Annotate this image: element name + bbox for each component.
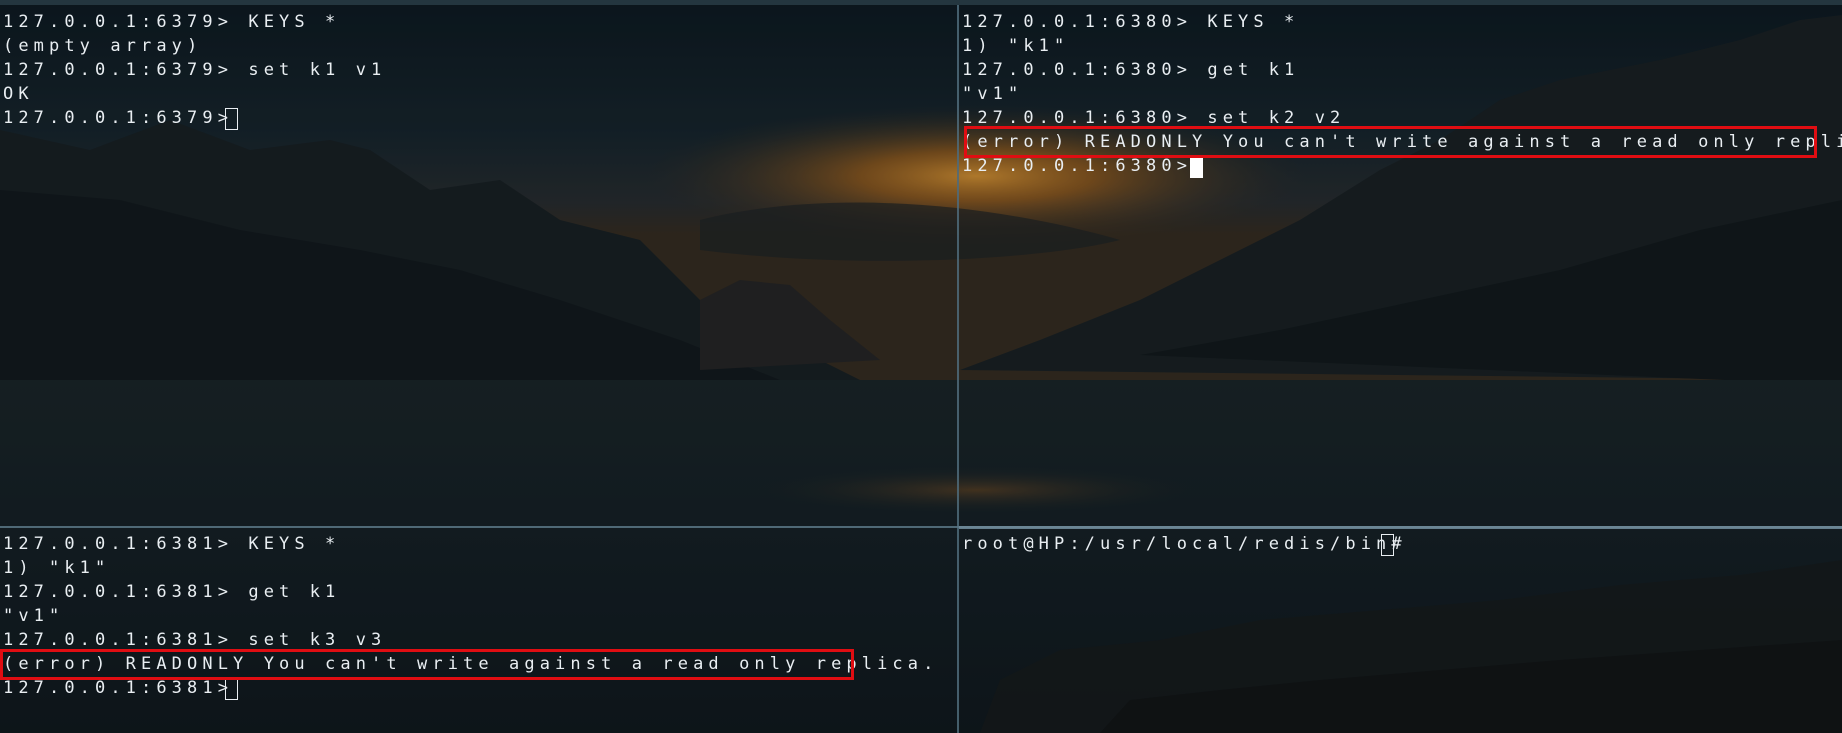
- terminal-prompt: 127.0.0.1:6379>: [3, 108, 249, 128]
- terminal-line: (empty array): [3, 36, 203, 56]
- terminal-line: 1) "k1": [962, 36, 1070, 56]
- terminal-line: "v1": [3, 606, 65, 626]
- terminal-pane-top-left[interactable]: 127.0.0.1:6379> KEYS * (empty array) 127…: [0, 5, 957, 526]
- terminal-cursor: [1190, 156, 1203, 178]
- error-highlight-box: [0, 649, 854, 680]
- terminal-pane-top-right[interactable]: 127.0.0.1:6380> KEYS * 1) "k1" 127.0.0.1…: [959, 5, 1842, 526]
- terminal-prompt: root@HP:/usr/local/redis/bin#: [962, 534, 1423, 554]
- terminal-pane-bottom-right[interactable]: root@HP:/usr/local/redis/bin#: [959, 529, 1842, 733]
- terminal-line: 127.0.0.1:6381> KEYS *: [3, 534, 341, 554]
- terminal-cursor: [1381, 534, 1394, 556]
- error-highlight-box: [964, 126, 1817, 158]
- terminal-line: 127.0.0.1:6380> KEYS *: [962, 12, 1300, 32]
- terminal-line: 127.0.0.1:6381> get k1: [3, 582, 341, 602]
- terminal-line: 1) "k1": [3, 558, 111, 578]
- pane-divider-vertical[interactable]: [957, 5, 959, 733]
- terminal-line: 127.0.0.1:6380> get k1: [962, 60, 1300, 80]
- terminal-line: OK: [3, 84, 34, 104]
- active-pane-border: [959, 526, 1842, 529]
- terminal-pane-bottom-left[interactable]: 127.0.0.1:6381> KEYS * 1) "k1" 127.0.0.1…: [0, 529, 957, 733]
- terminal-line: 127.0.0.1:6379> set k1 v1: [3, 60, 387, 80]
- terminal-line: "v1": [962, 84, 1024, 104]
- terminal-cursor: [225, 108, 238, 130]
- terminal-line: 127.0.0.1:6379> KEYS *: [3, 12, 341, 32]
- terminal-cursor: [225, 678, 238, 700]
